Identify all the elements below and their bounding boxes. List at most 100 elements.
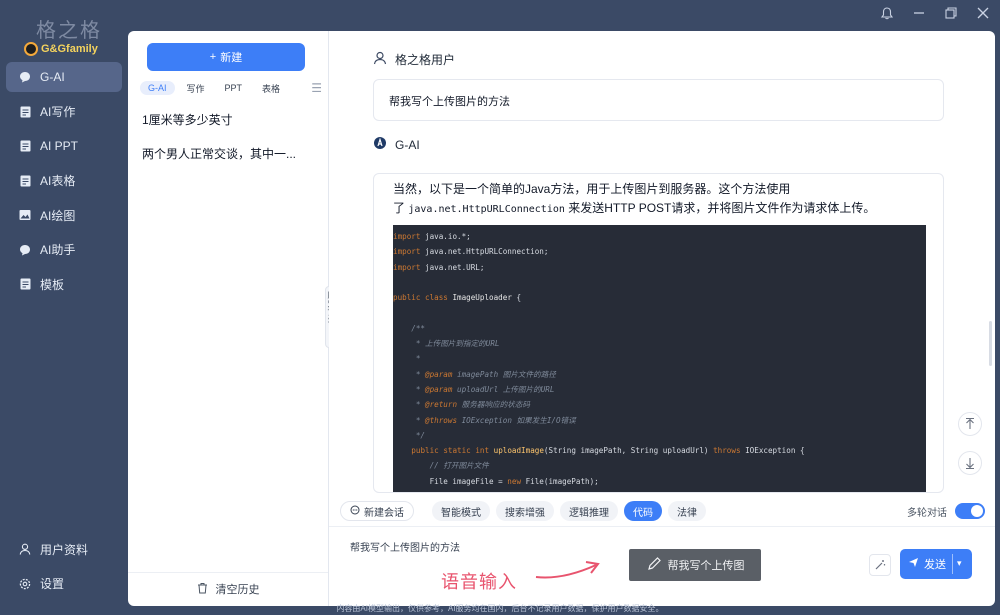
close-icon[interactable] [976,6,990,20]
user-name: 格之格用户 [395,53,456,67]
magic-wand-icon [875,560,886,570]
window-controls [880,6,990,20]
document-icon [19,140,31,152]
ai-intro-text: 当然，以下是一个简单的Java方法，用于上传图片到服务器。这个方法使用 了 ja… [393,180,933,219]
restore-icon[interactable] [944,6,958,20]
nav-item[interactable]: AI PPT [6,131,122,161]
history-tab[interactable]: PPT [217,81,251,95]
mode-chip[interactable]: 智能模式 [432,501,490,521]
code-line: public class ImageUploader { [393,293,522,303]
nav-item[interactable]: AI助手 [6,235,122,265]
code-line: * @param uploadUrl 上传图片的URL [393,384,555,394]
history-tab[interactable]: G-AI [140,81,175,95]
code-line: import java.net.HttpURLConnection; [393,247,549,257]
magic-wand-button[interactable] [869,554,891,576]
history-item[interactable]: 1厘米等多少英寸 [142,111,318,145]
logo: 格之格 G&Gfamily [20,10,120,60]
nav-item-label: AI表格 [40,174,76,188]
scroll-down-button[interactable] [958,451,982,475]
bell-icon[interactable] [880,6,894,20]
code-line: // 打开图片文件 [393,461,489,471]
message-input[interactable]: 帮我写个上传图片的方法 [350,539,460,554]
scroll-up-button[interactable] [958,412,982,436]
history-tab[interactable]: 写作 [179,80,213,97]
gear-icon [19,578,31,590]
nav-item[interactable]: 设置 [6,569,122,599]
new-chat-button[interactable]: + 新建 [147,43,305,71]
code-line: /** [393,323,426,333]
chat-bubble-icon [350,505,360,518]
ai-intro-line-1: 当然，以下是一个简单的Java方法，用于上传图片到服务器。这个方法使用 [393,182,791,196]
chat-area: 格之格用户 帮我写个上传图片的方法 G-AI 当然，以下是一个简单的Java方法… [329,31,995,606]
new-chat-label: 新建 [220,52,243,64]
send-icon [908,557,919,571]
ai-message: 当然，以下是一个简单的Java方法，用于上传图片到服务器。这个方法使用 了 ja… [373,173,944,493]
logo-badge-icon [24,42,38,56]
mode-chip[interactable]: 代码 [624,501,662,521]
code-line: public static int uploadImage(String ima… [411,446,805,456]
menu-icon[interactable]: ☰ [311,81,322,95]
multi-turn-toggle[interactable] [955,503,985,519]
nav-item-label: AI助手 [40,243,76,257]
history-item[interactable]: 两个男人正常交谈，其中一... [142,145,318,179]
history-panel: + 新建 G-AI 写作 PPT 表格 ☰ 1厘米等多少英寸 两个男人正常交谈，其中一..… [128,31,329,606]
minimize-icon[interactable] [912,6,926,20]
nav-item-label: AI写作 [40,105,76,119]
code-line: */ [393,430,426,440]
history-tabs: G-AI 写作 PPT 表格 ☰ [140,79,322,97]
voice-input-text: 帮我写个上传图 [667,560,745,572]
user-icon [373,51,387,68]
document-icon [19,278,31,290]
logo-subtitle: G&Gfamily [24,40,98,58]
nav-bottom: 用户资料 设置 [6,534,122,603]
history-tab[interactable]: 表格 [254,80,288,97]
document-icon [19,175,31,187]
chat-scrollbar[interactable] [989,321,992,366]
mode-chip[interactable]: 搜索增强 [496,501,554,521]
mode-chips: 智能模式 搜索增强 逻辑推理 代码 法律 [432,501,706,521]
ai-role-row: G-AI [373,136,420,153]
send-button[interactable]: 发送 ▾ [900,549,972,579]
left-nav: 格之格 G&Gfamily G-AI AI写作 AI PPT AI表格 AI绘图 AI助手… [0,0,128,615]
user-message: 帮我写个上传图片的方法 [373,79,944,121]
nav-item[interactable]: AI表格 [6,166,122,196]
code-line: * @return 服务器响应的状态码 [393,400,530,410]
user-icon [19,543,31,555]
chevron-down-icon[interactable]: ▾ [957,558,962,569]
logo-subtitle-text: G&Gfamily [41,43,98,55]
nav-item[interactable]: 用户资料 [6,534,122,564]
voice-input-chip[interactable]: 帮我写个上传图 [629,549,761,581]
nav-item[interactable]: AI写作 [6,97,122,127]
nav-item[interactable]: 模板 [6,269,122,299]
ai-intro-line-2: 了 java.net.HttpURLConnection 来发送HTTP POS… [393,199,933,219]
code-line: * @throws IOException 如果发生I/O错误 [393,415,576,425]
ai-logo-icon [373,136,387,153]
ai-intro-line-2-start: 了 [393,201,406,215]
nav-item-label: AI PPT [40,139,79,153]
chat-bubble-icon [19,244,31,256]
mode-bar: 新建会话 智能模式 搜索增强 逻辑推理 代码 法律 多轮对话 [340,500,985,522]
annotation-arrow-icon [535,561,600,579]
input-area: 帮我写个上传图片的方法 语音输入 帮我写个上传图 发送 ▾ [329,526,995,606]
code-line: import java.net.URL; [393,262,485,272]
logo-title: 格之格 [36,18,102,42]
code-line: * [393,354,421,364]
new-session-label: 新建会话 [364,507,404,519]
mode-chip[interactable]: 逻辑推理 [560,501,618,521]
inline-code: java.net.HttpURLConnection [408,204,565,215]
footer-disclaimer: 内容由AI模型输出，仅供参考，AI服务均在国内，后台不记录用户数据，保护用户数据… [336,604,664,613]
ai-name: G-AI [395,137,420,152]
send-label: 发送 [924,559,946,571]
nav-item-label: AI绘图 [40,208,76,223]
send-divider [952,554,953,574]
clear-history-button[interactable]: 清空历史 [128,572,328,598]
code-block: import java.io.*; import java.net.HttpURL… [393,225,926,492]
nav-item[interactable]: AI绘图 [6,200,122,230]
new-session-chip[interactable]: 新建会话 [340,501,414,521]
nav-item[interactable]: G-AI [6,62,122,92]
pen-icon [646,556,662,575]
mode-chip[interactable]: 法律 [668,501,706,521]
